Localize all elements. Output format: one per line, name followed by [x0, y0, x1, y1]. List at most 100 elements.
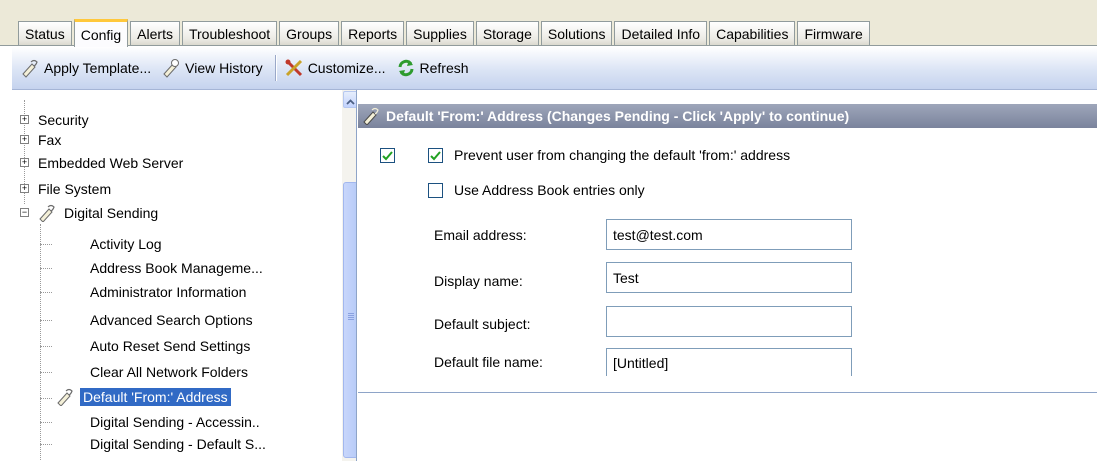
tree-item-label: Auto Reset Send Settings — [90, 338, 251, 354]
email-address-input[interactable] — [606, 219, 852, 250]
scroll-up-button[interactable] — [343, 91, 356, 108]
collapse-digital-sending-toggle[interactable]: − — [20, 208, 29, 217]
tab-troubleshoot[interactable]: Troubleshoot — [181, 21, 278, 46]
default-subject-input[interactable] — [606, 306, 852, 337]
panel-header-title: Default 'From:' Address (Changes Pending… — [386, 108, 850, 124]
settings-panel: Default 'From:' Address (Changes Pending… — [358, 90, 1097, 461]
tree-connector — [40, 422, 52, 423]
toolbar-separator — [274, 55, 276, 81]
tab-strip: Status Config Alerts Troubleshoot Groups… — [18, 19, 872, 47]
tree-connector — [40, 372, 52, 373]
default-subject-label: Default subject: — [434, 316, 531, 332]
apply-template-label: Apply Template... — [44, 60, 152, 76]
panel-lower-area — [358, 393, 1097, 461]
tree-item-administrator-information[interactable]: Administrator Information — [90, 282, 246, 302]
tree-item-clear-network-folders[interactable]: Clear All Network Folders — [90, 362, 248, 382]
scroll-grip — [348, 313, 354, 314]
tree-item-advanced-search[interactable]: Advanced Search Options — [90, 310, 253, 330]
expand-web-server-toggle[interactable]: + — [20, 158, 29, 167]
tree-item-default-from-address[interactable]: Default 'From:' Address — [56, 387, 231, 407]
tree-connector — [40, 346, 52, 347]
toolbar: Apply Template... View History Customize… — [12, 47, 1097, 90]
apply-template-button[interactable]: Apply Template... — [20, 58, 151, 78]
email-address-label: Email address: — [434, 227, 527, 243]
customize-button[interactable]: Customize... — [284, 58, 386, 78]
tab-capabilities[interactable]: Capabilities — [709, 21, 796, 46]
tree-item-label: Advanced Search Options — [90, 312, 253, 328]
prevent-user-checkbox[interactable] — [428, 148, 443, 163]
scroll-grip — [348, 315, 354, 316]
template-wand-icon — [20, 58, 40, 78]
tab-alerts[interactable]: Alerts — [130, 21, 180, 46]
tree-item-security[interactable]: Security — [38, 110, 89, 130]
address-book-only-checkbox[interactable] — [428, 183, 443, 198]
tree-item-label: File System — [38, 181, 112, 197]
tree-scrollbar[interactable] — [342, 90, 356, 461]
display-name-label: Display name: — [434, 273, 523, 289]
tree-connector — [40, 398, 52, 399]
tree-item-digital-sending-default[interactable]: Digital Sending - Default S... — [90, 434, 266, 454]
digital-sending-wand-icon — [38, 204, 60, 222]
tab-config[interactable]: Config — [73, 19, 129, 47]
tree-connector — [40, 244, 52, 245]
chevron-up-icon — [346, 92, 355, 108]
prevent-user-label: Prevent user from changing the default '… — [454, 147, 791, 163]
tab-supplies[interactable]: Supplies — [406, 21, 474, 46]
tree-connector — [40, 224, 41, 460]
expand-fax-toggle[interactable]: + — [20, 135, 29, 144]
tree-item-label: Digital Sending - Accessin.. — [90, 414, 260, 430]
tab-firmware[interactable]: Firmware — [797, 21, 870, 46]
tab-detailed-info[interactable]: Detailed Info — [614, 21, 708, 46]
tab-solutions[interactable]: Solutions — [540, 21, 613, 46]
tree-item-digital-sending[interactable]: Digital Sending — [38, 203, 158, 223]
tab-status[interactable]: Status — [18, 21, 72, 46]
tree-item-label: Clear All Network Folders — [90, 364, 248, 380]
refresh-label: Refresh — [419, 60, 469, 76]
tree-item-embedded-web-server[interactable]: Embedded Web Server — [38, 153, 183, 173]
tree-item-label: Digital Sending — [64, 205, 159, 221]
panel-header: Default 'From:' Address (Changes Pending… — [358, 104, 1097, 128]
customize-label: Customize... — [307, 60, 386, 76]
scroll-grip — [348, 317, 354, 318]
tree-item-auto-reset[interactable]: Auto Reset Send Settings — [90, 336, 250, 356]
panel-header-wand-icon — [362, 106, 382, 126]
tab-groups[interactable]: Groups — [279, 21, 340, 46]
tree-item-label: Digital Sending - Default S... — [90, 436, 266, 452]
tree-item-label: Activity Log — [90, 236, 162, 252]
default-file-name-input[interactable] — [606, 348, 852, 376]
tree-item-address-book[interactable]: Address Book Manageme... — [90, 258, 263, 278]
tree-connector — [40, 320, 52, 321]
scroll-thumb[interactable] — [343, 182, 356, 458]
display-name-input[interactable] — [606, 262, 852, 293]
expand-security-toggle[interactable]: + — [20, 115, 29, 124]
view-history-button[interactable]: View History — [161, 58, 263, 78]
enable-setting-checkbox[interactable] — [380, 148, 395, 163]
refresh-arrows-icon — [396, 58, 416, 78]
tree-item-label: Embedded Web Server — [38, 155, 184, 171]
expand-file-system-toggle[interactable]: + — [20, 184, 29, 193]
tree-connector — [40, 444, 52, 445]
refresh-button[interactable]: Refresh — [396, 58, 469, 78]
view-history-label: View History — [185, 60, 263, 76]
tree-item-file-system[interactable]: File System — [38, 179, 111, 199]
customize-tools-icon — [284, 58, 304, 78]
tree-item-label: Address Book Manageme... — [90, 260, 263, 276]
tab-divider — [0, 45, 1097, 46]
tree-item-label: Security — [38, 112, 89, 128]
tab-storage[interactable]: Storage — [475, 21, 539, 46]
tab-reports[interactable]: Reports — [341, 21, 405, 46]
default-from-wand-icon — [56, 388, 78, 406]
tree-item-fax[interactable]: Fax — [38, 130, 61, 150]
tab-bar: Status Config Alerts Troubleshoot Groups… — [0, 0, 1097, 47]
history-wand-icon — [161, 58, 181, 78]
tree-item-label: Administrator Information — [90, 284, 247, 300]
checkmark-icon — [382, 150, 393, 160]
address-book-only-label: Use Address Book entries only — [454, 182, 645, 198]
tree-connector — [40, 268, 52, 269]
tree-item-activity-log[interactable]: Activity Log — [90, 234, 162, 254]
tree-connector — [40, 292, 52, 293]
settings-tree: + + + + − Security Fax Embedded Web Serv… — [12, 90, 357, 461]
tree-item-label: Fax — [38, 132, 62, 148]
tree-item-digital-sending-accessing[interactable]: Digital Sending - Accessin.. — [90, 412, 260, 432]
scroll-grip — [348, 319, 354, 320]
